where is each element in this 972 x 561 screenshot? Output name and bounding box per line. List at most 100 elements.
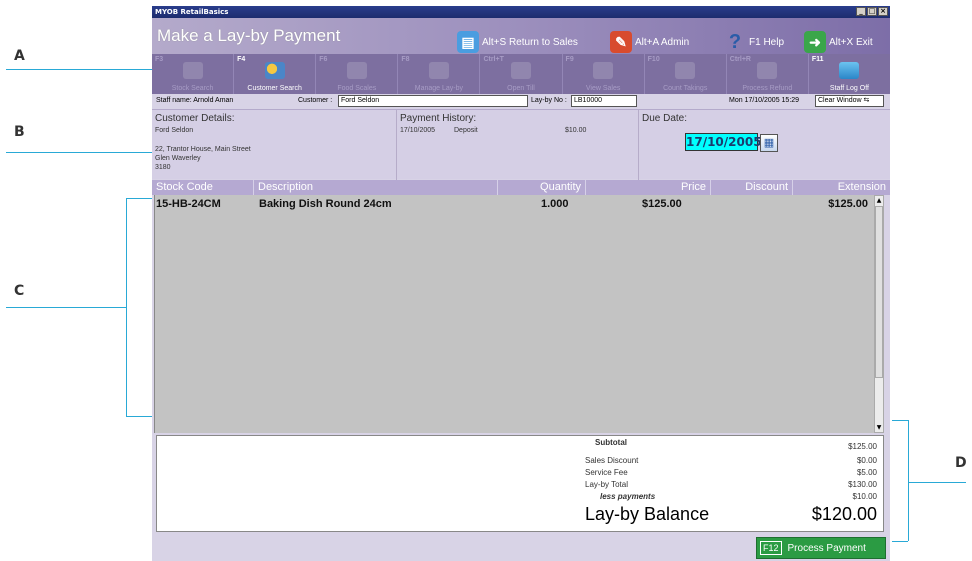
col-discount[interactable]: Discount [711,180,793,195]
service-fee-label: Service Fee [585,468,628,477]
exit-button[interactable]: ➜ Alt+X Exit [804,31,873,53]
staff-log-off-label: Staff Log Off [829,85,869,92]
help-label: F1 Help [749,36,785,48]
count-takings-label: Count Takings [663,85,708,92]
scroll-up-icon[interactable]: ▲ [875,196,883,205]
exit-label: Alt+X Exit [829,36,873,48]
clear-window-label: Clear Window [818,97,862,104]
process-refund-button[interactable]: Ctrl+R Process Refund [727,54,809,94]
info-bar: Staff name: Arnold Aman Customer : Ford … [152,94,890,109]
totals-panel: Subtotal $125.00 Sales Discount $0.00 Se… [156,435,884,532]
callout-b: B [14,124,25,140]
cell-quantity: 1.000 [541,198,569,210]
retail-window: MYOB RetailBasics _ □ × Make a Lay-by Pa… [152,6,890,561]
food-scales-button[interactable]: F6 Food Scales [316,54,399,94]
staff-name: Staff name: Arnold Aman [156,97,234,104]
title-bar: MYOB RetailBasics _ □ × [152,6,890,18]
manage-layby-key: F8 [401,56,410,63]
function-toolbar: F3 Stock Search F4 Customer Search F6 Food … [152,54,890,94]
callout-c-line [6,307,126,308]
customer-field[interactable]: Ford Seldon [338,95,528,107]
view-sales-label: View Sales [585,85,621,92]
return-to-sales-button[interactable]: ▤ Alt+S Return to Sales [457,31,578,53]
scroll-thumb[interactable] [875,206,883,378]
process-refund-icon [757,62,778,79]
less-payments-label: less payments [600,492,656,501]
callout-d-bracket-top [892,420,908,421]
layby-balance-label: Lay-by Balance [585,504,710,524]
table-row[interactable]: 15-HB-24CM Baking Dish Round 24cm 1.000 … [155,198,871,212]
calendar-icon[interactable]: ▦ [760,134,778,152]
cell-extension: $125.00 [828,198,868,210]
open-till-label: Open Till [507,85,535,92]
view-sales-icon [593,62,614,79]
minimize-button[interactable]: _ [856,7,866,16]
layby-number-field[interactable]: LB10000 [571,95,637,107]
view-sales-button[interactable]: F9 View Sales [563,54,645,94]
food-scales-key: F6 [319,56,328,63]
food-scales-label: Food Scales [337,85,377,92]
col-description[interactable]: Description [254,180,498,195]
due-date-field[interactable]: 17/10/2005 [685,133,762,151]
stock-search-icon [182,62,203,79]
food-scales-icon [346,62,367,79]
subtotal-value: $125.00 [848,442,877,451]
history-type: Deposit [454,127,478,134]
less-payments-value: $10.00 [852,492,877,501]
staff-log-off-button[interactable]: F11 Staff Log Off [809,54,890,94]
process-payment-label: Process Payment [787,542,866,554]
service-fee-value: $5.00 [856,468,877,477]
exit-icon: ➜ [804,31,826,53]
count-takings-key: F10 [647,56,660,63]
manage-layby-button[interactable]: F8 Manage Lay-by [398,54,481,94]
items-table-header: Stock Code Description Quantity Price Di… [152,180,890,195]
open-till-button[interactable]: Ctrl+T Open Till [480,54,563,94]
col-extension[interactable]: Extension [793,180,890,195]
manage-layby-icon [428,62,449,79]
layby-total-value: $130.00 [848,480,877,489]
refresh-icon: ⇆ [863,97,870,104]
address-line-3: 3180 [155,164,171,171]
col-stock-code[interactable]: Stock Code [152,180,254,195]
admin-button[interactable]: ✎ Alt+A Admin [610,31,689,53]
address-line-2: Glen Waverley [155,155,201,162]
col-quantity[interactable]: Quantity [498,180,586,195]
open-till-icon [510,62,531,79]
count-takings-button[interactable]: F10 Count Takings [645,54,727,94]
layby-label: Lay-by No : [531,97,567,104]
maximize-button[interactable]: □ [867,7,877,16]
stock-search-button[interactable]: F3 Stock Search [152,54,235,94]
sales-discount-label: Sales Discount [585,456,639,465]
customer-search-button[interactable]: F4 Customer Search [234,54,317,94]
return-to-sales-icon: ▤ [457,31,479,53]
vertical-scrollbar[interactable]: ▲ ▼ [874,195,884,433]
layby-total-label: Lay-by Total [585,480,628,489]
col-price[interactable]: Price [586,180,711,195]
cell-description: Baking Dish Round 24cm [259,198,392,210]
app-title: MYOB RetailBasics [155,8,229,16]
date-time: Mon 17/10/2005 15:29 [729,97,800,104]
page-title: Make a Lay-by Payment [157,26,341,45]
manage-layby-label: Manage Lay-by [414,85,464,92]
clear-window-button[interactable]: Clear Window ⇆ [815,95,884,107]
address-line-1: 22, Trantor House, Main Street [155,146,251,153]
process-refund-label: Process Refund [742,85,793,92]
items-grid[interactable]: 15-HB-24CM Baking Dish Round 24cm 1.000 … [154,195,874,433]
history-amount: $10.00 [565,127,587,134]
callout-c-bracket [126,198,127,416]
open-till-key: Ctrl+T [483,56,504,63]
process-payment-button[interactable]: F12 Process Payment [756,537,886,559]
subtotal-label: Subtotal [595,438,627,447]
sales-discount-value: $0.00 [856,456,877,465]
customer-details: Customer Details: Ford Seldon 22, Tranto… [152,110,397,180]
callout-a: A [14,48,25,64]
help-icon: ? [728,30,742,53]
process-refund-key: Ctrl+R [729,56,751,63]
help-button[interactable]: ? F1 Help [724,30,785,53]
close-button[interactable]: × [878,7,888,16]
stock-search-key: F3 [155,56,164,63]
callout-c-bracket-top [126,198,154,199]
callout-d-line [908,482,966,483]
layby-balance-value: $120.00 [811,504,877,524]
scroll-down-icon[interactable]: ▼ [875,423,883,432]
